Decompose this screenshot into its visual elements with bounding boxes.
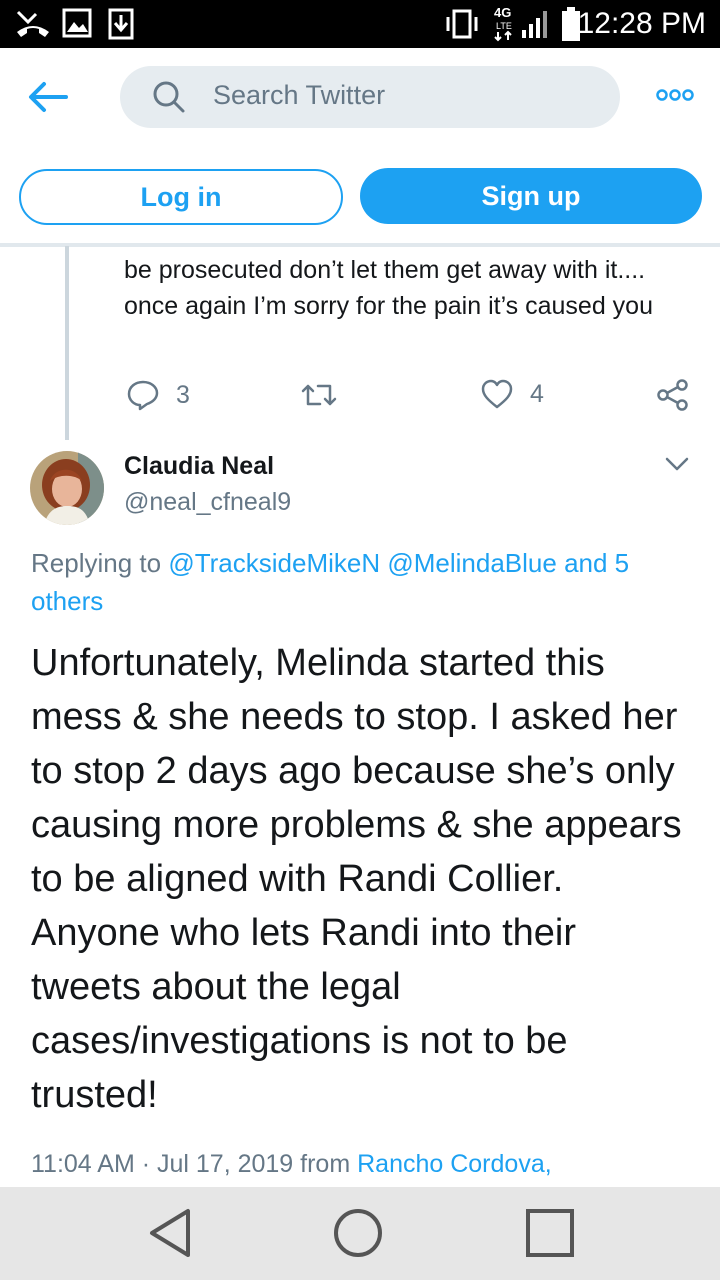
search-placeholder: Search Twitter: [213, 80, 386, 110]
back-triangle-icon[interactable]: [146, 1207, 194, 1259]
mention-link[interactable]: @TracksideMikeN: [168, 548, 380, 578]
reply-count: 3: [176, 380, 190, 409]
sign-up-button[interactable]: Sign up: [360, 168, 702, 224]
mention-link[interactable]: @MelindaBlue: [387, 548, 556, 578]
retweet-action[interactable]: [300, 378, 338, 412]
tweet-timestamp: 11:04 AM · Jul 17, 2019 from: [31, 1150, 351, 1178]
search-icon: [153, 81, 185, 113]
like-action[interactable]: 4: [480, 378, 544, 410]
reply-action[interactable]: 3: [126, 378, 190, 412]
recents-square-icon[interactable]: [524, 1207, 576, 1259]
replying-to: Replying to @TracksideMikeN @MelindaBlue…: [31, 544, 691, 620]
more-options-icon[interactable]: [656, 88, 694, 102]
replying-prefix: Replying to: [31, 548, 162, 578]
chevron-down-icon[interactable]: [664, 454, 690, 474]
android-nav-bar: [0, 1187, 720, 1280]
author-name[interactable]: Claudia Neal: [124, 452, 274, 481]
back-arrow-icon[interactable]: [28, 80, 68, 114]
top-header: Search Twitter Log in Sign up: [0, 0, 720, 247]
tweet-text: Unfortunately, Melinda started this mess…: [31, 642, 682, 1116]
retweet-icon: [301, 384, 337, 406]
tweet-meta: 11:04 AM · Jul 17, 2019 from Rancho Cord…: [31, 1150, 552, 1179]
header-divider: [0, 243, 720, 245]
home-circle-icon[interactable]: [332, 1207, 384, 1259]
share-action[interactable]: [656, 378, 690, 412]
search-input[interactable]: Search Twitter: [120, 66, 620, 128]
previous-tweet-text: be prosecuted don’t let them get away wi…: [124, 256, 653, 320]
thread-connector-line: [65, 246, 69, 440]
share-icon: [657, 379, 688, 411]
location-link[interactable]: Rancho Cordova,: [357, 1150, 552, 1178]
author-handle[interactable]: @neal_cfneal9: [124, 488, 291, 517]
avatar[interactable]: [30, 451, 104, 525]
profile-photo-icon: [30, 451, 104, 525]
heart-icon: [481, 379, 513, 409]
log-in-button[interactable]: Log in: [19, 169, 343, 225]
like-count: 4: [530, 379, 544, 408]
reply-icon: [127, 380, 159, 411]
